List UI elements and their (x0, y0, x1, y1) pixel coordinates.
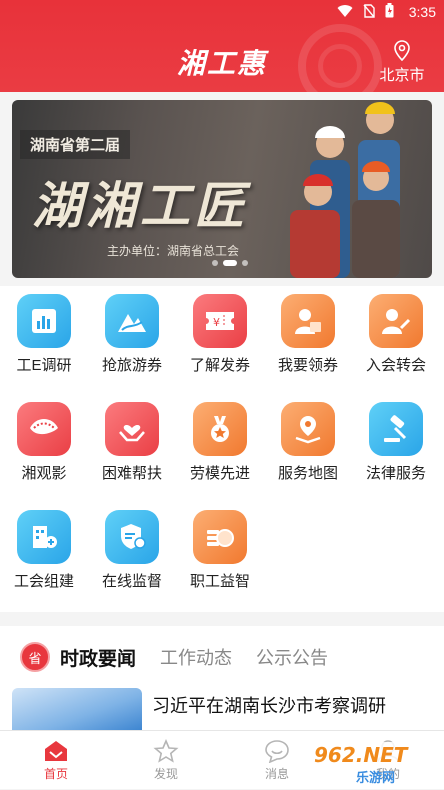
battery-icon (385, 3, 394, 18)
coin-stack-icon (193, 510, 247, 564)
workers-illustration (290, 102, 400, 278)
service-get-coupon[interactable]: 我要领券 (264, 288, 352, 396)
service-travel-coupon[interactable]: 抢旅游券 (88, 288, 176, 396)
status-icons (337, 3, 394, 18)
service-quiz[interactable]: 职工益智 (176, 504, 264, 612)
no-sim-icon (363, 3, 375, 18)
banner-host: 主办单位：湖南省总工会 (107, 244, 240, 258)
news-headline[interactable]: 习近平在湖南长沙市考察调研 (152, 692, 386, 718)
banner-tag: 湖南省第二届 (20, 130, 131, 159)
service-coupon-info[interactable]: ¥ 了解发券 (176, 288, 264, 396)
service-label: 在线监督 (101, 573, 162, 590)
map-pin-icon (281, 402, 335, 456)
nav-discover[interactable]: 发现 (122, 731, 210, 790)
location-pin-icon (394, 40, 410, 62)
service-label: 职工益智 (189, 573, 250, 590)
medal-icon (193, 402, 247, 456)
service-label: 了解发券 (189, 357, 250, 374)
service-label: 困难帮扶 (101, 465, 162, 482)
svg-text:乐游网: 乐游网 (356, 770, 395, 786)
tab-work-updates[interactable]: 工作动态 (160, 644, 232, 670)
service-union-setup[interactable]: 工会组建 (0, 504, 88, 612)
ticket-icon: ¥ (193, 294, 247, 348)
nav-home[interactable]: 首页 (12, 731, 100, 790)
shield-chat-icon (105, 510, 159, 564)
gavel-icon (369, 402, 423, 456)
status-bar: 3:35 (0, 0, 444, 24)
service-label: 抢旅游券 (101, 357, 162, 374)
service-label: 服务地图 (277, 465, 338, 482)
status-time: 3:35 (408, 4, 436, 20)
home-icon (45, 741, 67, 761)
nav-label: 发现 (153, 767, 178, 781)
banner-dot[interactable] (212, 260, 218, 266)
chart-icon (17, 294, 71, 348)
svg-text:¥: ¥ (213, 316, 220, 329)
banner-headline: 湖湘工匠 (32, 176, 248, 235)
news-section: 省 时政要闻 工作动态 公示公告 习近平在湖南长沙市考察调研 (0, 626, 444, 730)
person-edit-icon (369, 294, 423, 348)
person-coupon-icon (281, 294, 335, 348)
city-label: 北京市 (379, 67, 425, 84)
service-membership[interactable]: 入会转会 (352, 288, 440, 396)
location-selector[interactable]: 北京市 (374, 40, 430, 85)
mountain-icon (105, 294, 159, 348)
wifi-icon (337, 4, 353, 17)
service-online-supervision[interactable]: 在线监督 (88, 504, 176, 612)
tab-announcements[interactable]: 公示公告 (256, 644, 328, 670)
service-label: 法律服务 (365, 465, 426, 482)
service-label: 工会组建 (13, 573, 74, 590)
star-icon (153, 739, 179, 763)
film-icon (17, 402, 71, 456)
service-grid: 工E调研 抢旅游券 ¥ 了解发券 我要领券 入会转会 湘观影 困难帮扶 劳模先进… (0, 286, 444, 612)
heart-hands-icon (105, 402, 159, 456)
service-label: 我要领券 (277, 357, 338, 374)
tab-politics-news[interactable]: 时政要闻 (60, 644, 136, 671)
service-movie[interactable]: 湘观影 (0, 396, 88, 504)
app-header: 3:35 湘工惠 北京市 (0, 0, 444, 92)
building-add-icon (17, 510, 71, 564)
service-label: 湘观影 (21, 465, 67, 482)
service-legal[interactable]: 法律服务 (352, 396, 440, 504)
news-tabs: 省 时政要闻 工作动态 公示公告 (20, 642, 352, 672)
site-watermark-logo: 962.NET 乐游网 (306, 742, 438, 786)
banner-dot[interactable] (242, 260, 248, 266)
promo-banner[interactable]: 湖南省第二届 湖湘工匠 主办单位：湖南省总工会 (12, 100, 432, 278)
service-model-workers[interactable]: 劳模先进 (176, 396, 264, 504)
chat-icon (265, 740, 289, 763)
svg-text:962.NET: 962.NET (314, 743, 409, 767)
banner-pagination (212, 260, 248, 266)
service-label: 工E调研 (16, 357, 72, 374)
service-label: 劳模先进 (189, 465, 250, 482)
service-label: 入会转会 (365, 357, 426, 374)
banner-dot-active[interactable] (223, 260, 237, 266)
province-seal-icon: 省 (20, 642, 50, 672)
service-map[interactable]: 服务地图 (264, 396, 352, 504)
nav-label: 首页 (43, 767, 68, 781)
service-survey[interactable]: 工E调研 (0, 288, 88, 396)
service-hardship-aid[interactable]: 困难帮扶 (88, 396, 176, 504)
news-thumbnail[interactable] (12, 688, 142, 730)
